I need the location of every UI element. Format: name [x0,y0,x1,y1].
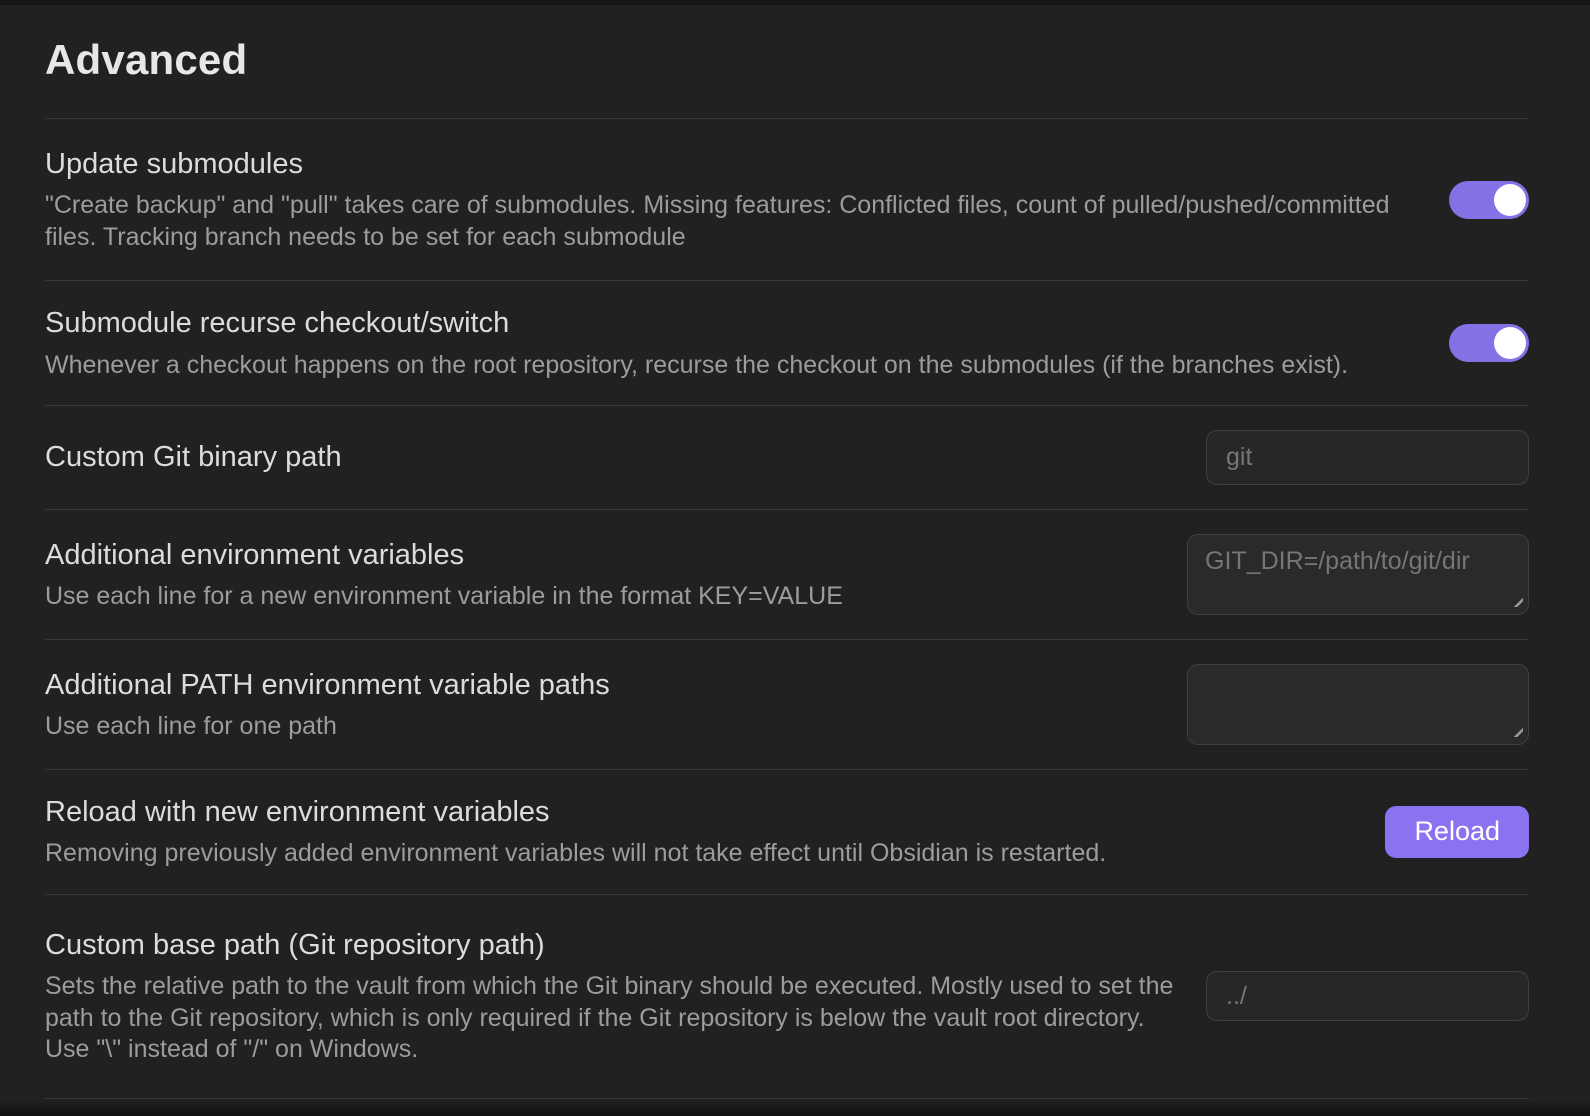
setting-description: Use each line for one path [45,711,1157,743]
setting-control [1206,430,1529,485]
setting-row-path-variables: Additional PATH environment variable pat… [45,639,1529,769]
setting-info: Additional environment variables Use eac… [45,537,1157,613]
update-submodules-toggle[interactable] [1449,181,1529,219]
setting-row-update-submodules: Update submodules "Create backup" and "p… [45,118,1529,280]
reload-button[interactable]: Reload [1385,806,1529,858]
submodule-recurse-toggle[interactable] [1449,324,1529,362]
setting-info: Reload with new environment variables Re… [45,794,1355,870]
setting-row-env-variables: Additional environment variables Use eac… [45,509,1529,639]
git-binary-path-input[interactable] [1206,430,1529,485]
window-edge-bottom [0,1102,1590,1116]
setting-info: Custom Git binary path [45,439,1176,475]
path-variables-textarea[interactable] [1187,664,1529,745]
setting-row-custom-base-path: Custom base path (Git repository path) S… [45,894,1529,1099]
setting-row-reload-env: Reload with new environment variables Re… [45,769,1529,894]
setting-name: Additional environment variables [45,537,1157,573]
setting-info: Additional PATH environment variable pat… [45,667,1157,743]
setting-info: Submodule recurse checkout/switch Whenev… [45,305,1419,381]
setting-description: Use each line for a new environment vari… [45,581,1157,613]
setting-name: Custom Git binary path [45,439,1176,475]
setting-row-git-binary-path: Custom Git binary path [45,405,1529,509]
window-edge-top [0,0,1590,5]
setting-description: Sets the relative path to the vault from… [45,971,1176,1066]
setting-name: Additional PATH environment variable pat… [45,667,1157,703]
textarea-wrapper [1187,664,1529,745]
setting-name: Reload with new environment variables [45,794,1355,830]
settings-panel: Advanced Update submodules "Create backu… [0,0,1590,1099]
setting-name: Submodule recurse checkout/switch [45,305,1419,341]
page-title: Advanced [45,36,1529,84]
textarea-wrapper [1187,534,1529,615]
setting-control [1187,534,1529,615]
setting-control [1449,324,1529,362]
toggle-knob [1494,327,1526,359]
setting-control [1206,971,1529,1021]
setting-name: Update submodules [45,146,1419,182]
toggle-knob [1494,184,1526,216]
setting-info: Custom base path (Git repository path) S… [45,927,1176,1066]
setting-control [1187,664,1529,745]
setting-description: Whenever a checkout happens on the root … [45,350,1419,382]
setting-description: Removing previously added environment va… [45,838,1355,870]
setting-name: Custom base path (Git repository path) [45,927,1176,963]
env-variables-textarea[interactable] [1187,534,1529,615]
setting-info: Update submodules "Create backup" and "p… [45,146,1419,253]
setting-description: "Create backup" and "pull" takes care of… [45,190,1419,253]
setting-control [1449,181,1529,219]
setting-control: Reload [1385,806,1529,858]
base-path-input[interactable] [1206,971,1529,1021]
setting-row-submodule-recurse: Submodule recurse checkout/switch Whenev… [45,280,1529,405]
